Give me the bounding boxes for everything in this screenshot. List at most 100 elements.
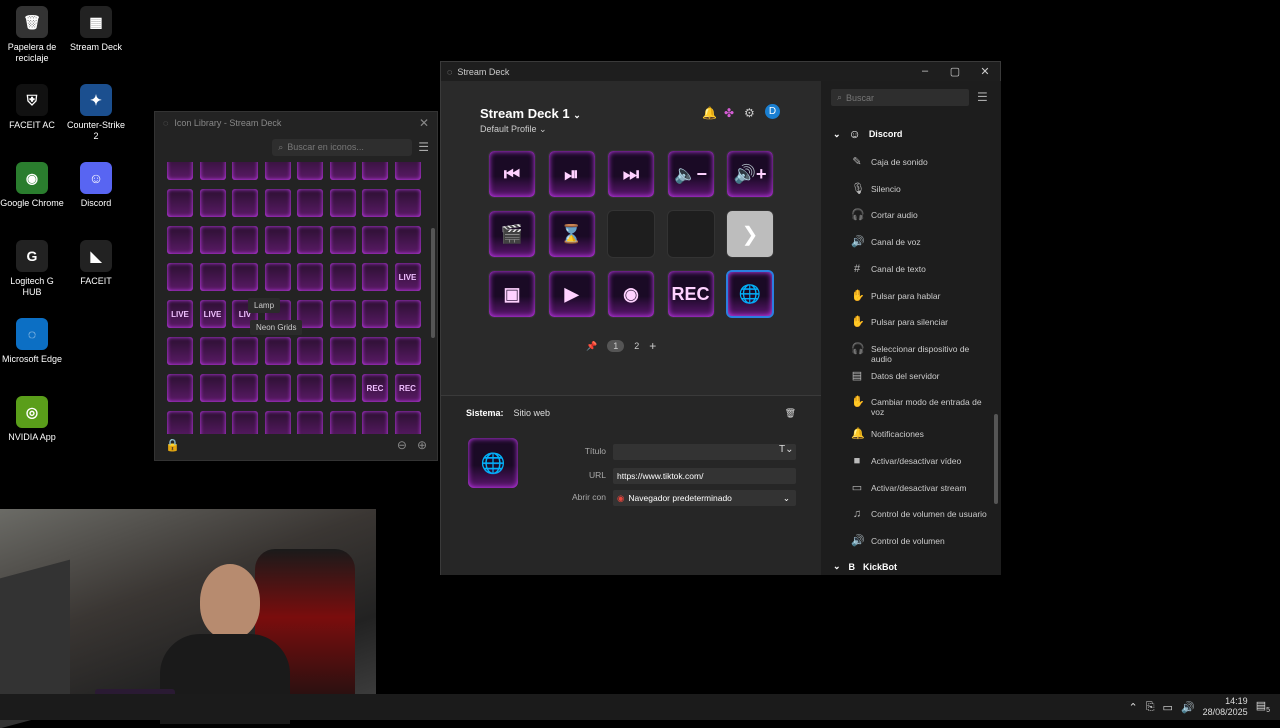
icon-tile[interactable] xyxy=(167,374,193,402)
desktop-icon[interactable]: ◣FACEIT xyxy=(64,240,128,287)
list-view-icon[interactable]: ☰ xyxy=(977,90,988,104)
icon-tile[interactable] xyxy=(362,300,388,328)
desktop-icon[interactable]: ◎NVIDIA App xyxy=(0,396,64,443)
deck-key[interactable]: ▶ xyxy=(548,270,596,318)
icon-tile[interactable] xyxy=(395,300,421,328)
action-item[interactable]: ▭Activar/desactivar stream xyxy=(851,483,991,493)
icon-tile[interactable] xyxy=(167,263,193,291)
icon-tile[interactable] xyxy=(200,189,226,217)
maximize-icon[interactable]: ▢ xyxy=(940,65,970,78)
icon-tile[interactable] xyxy=(265,226,291,254)
action-item[interactable]: ▤Datos del servidor xyxy=(851,371,991,381)
icon-tile[interactable] xyxy=(167,189,193,217)
deck-key[interactable]: 🔊+ xyxy=(726,150,774,198)
usb-icon[interactable]: ⎘ xyxy=(1146,701,1155,714)
icon-tile[interactable] xyxy=(232,189,258,217)
minimize-icon[interactable]: – xyxy=(910,65,940,78)
icon-tile[interactable] xyxy=(265,263,291,291)
action-item[interactable]: ♫Control de volumen de usuario xyxy=(851,509,991,519)
add-page-icon[interactable]: + xyxy=(649,339,656,353)
page-1[interactable]: 1 xyxy=(607,340,624,352)
action-item[interactable]: 🎧Seleccionar dispositivo de audio xyxy=(851,344,991,364)
deck-key[interactable]: ⌛ xyxy=(548,210,596,258)
avatar[interactable]: D xyxy=(765,104,780,119)
marketplace-icon[interactable]: ✤ xyxy=(724,106,734,120)
deck-key[interactable] xyxy=(667,210,715,258)
icon-tile[interactable] xyxy=(200,337,226,365)
icon-tile[interactable] xyxy=(362,226,388,254)
desktop-icon[interactable]: ◉Google Chrome xyxy=(0,162,64,209)
icon-tile[interactable] xyxy=(330,263,356,291)
desktop-icon[interactable]: 🗑Papelera de reciclaje xyxy=(0,6,64,64)
list-view-icon[interactable]: ☰ xyxy=(418,140,429,154)
icon-tile[interactable] xyxy=(232,226,258,254)
desktop-icon[interactable]: ◌Microsoft Edge xyxy=(0,318,64,365)
action-item[interactable]: 🔔Notificaciones xyxy=(851,429,991,439)
icon-search-input[interactable]: ⌕ Buscar en iconos... xyxy=(272,139,412,156)
icon-tile[interactable]: REC xyxy=(362,374,388,402)
zoom-in-icon[interactable]: ⊕ xyxy=(417,438,427,452)
actions-search-input[interactable]: ⌕Buscar xyxy=(831,89,969,106)
deck-key[interactable]: REC xyxy=(667,270,715,318)
device-selector[interactable]: Stream Deck 1 ⌄ xyxy=(480,106,581,121)
icon-tile[interactable] xyxy=(297,263,323,291)
lock-icon[interactable]: 🔒 xyxy=(165,438,180,452)
icon-tile[interactable] xyxy=(395,162,421,180)
deck-key[interactable]: ⏮ xyxy=(488,150,536,198)
text-format-icon[interactable]: T⌄ xyxy=(779,444,794,455)
icon-tile[interactable]: LIVE xyxy=(395,263,421,291)
action-item[interactable]: 🔊Control de volumen xyxy=(851,536,991,546)
icon-tile[interactable] xyxy=(395,337,421,365)
trash-icon[interactable]: 🗑 xyxy=(785,408,796,419)
deck-key[interactable]: 🔈− xyxy=(667,150,715,198)
action-item[interactable]: ■Activar/desactivar vídeo xyxy=(851,456,991,466)
icon-tile[interactable] xyxy=(232,263,258,291)
desktop-icon[interactable]: ⛨FACEIT AC xyxy=(0,84,64,131)
icon-tile[interactable] xyxy=(167,226,193,254)
network-icon[interactable]: ▭ xyxy=(1163,701,1173,714)
desktop-icon[interactable]: ✦Counter-Strike 2 xyxy=(64,84,128,142)
action-item[interactable]: ✋Cambiar modo de entrada de voz xyxy=(851,397,991,417)
category-discord[interactable]: ⌄☺Discord xyxy=(833,127,902,141)
icon-tile[interactable] xyxy=(232,162,258,180)
icon-tile[interactable] xyxy=(297,189,323,217)
deck-key[interactable]: ⏭ xyxy=(607,150,655,198)
pin-icon[interactable]: 📌 xyxy=(586,341,597,352)
icon-tile[interactable] xyxy=(362,337,388,365)
icon-tile[interactable] xyxy=(362,189,388,217)
category-kickbot[interactable]: ⌄BKickBot xyxy=(833,561,897,572)
bell-icon[interactable]: 🔔 xyxy=(702,106,717,120)
action-item[interactable]: #Canal de texto xyxy=(851,264,991,274)
desktop-icon[interactable]: ▦Stream Deck xyxy=(64,6,128,53)
icon-tile[interactable] xyxy=(232,374,258,402)
icon-tile[interactable] xyxy=(395,189,421,217)
icon-tile[interactable] xyxy=(330,226,356,254)
stream-deck-window[interactable]: ◌ Stream Deck – ▢ ✕ Stream Deck 1 ⌄ Defa… xyxy=(440,61,1001,575)
icon-tile[interactable] xyxy=(297,374,323,402)
icon-tile[interactable] xyxy=(330,337,356,365)
page-2[interactable]: 2 xyxy=(634,341,639,351)
clock[interactable]: 14:1928/08/2025 xyxy=(1203,696,1248,718)
deck-key[interactable]: 🎬 xyxy=(488,210,536,258)
desktop-icon[interactable]: GLogitech G HUB xyxy=(0,240,64,298)
action-item[interactable]: 🎧Cortar audio xyxy=(851,210,991,220)
icon-tile[interactable]: LIVE xyxy=(200,300,226,328)
icon-tile[interactable] xyxy=(330,300,356,328)
icon-tile[interactable] xyxy=(362,162,388,180)
icon-tile[interactable] xyxy=(167,337,193,365)
icon-tile[interactable] xyxy=(395,226,421,254)
scrollbar[interactable] xyxy=(431,228,435,338)
url-input[interactable]: https://www.tiktok.com/ xyxy=(613,468,796,484)
action-item[interactable]: 🎙Silencio xyxy=(851,184,991,194)
close-icon[interactable]: ✕ xyxy=(419,116,429,130)
deck-key[interactable]: ❯ xyxy=(726,210,774,258)
icon-tile[interactable]: REC xyxy=(395,374,421,402)
action-item[interactable]: ✎Caja de sonido xyxy=(851,157,991,167)
icon-tile[interactable] xyxy=(232,337,258,365)
icon-tile[interactable]: LIVE xyxy=(167,300,193,328)
deck-key[interactable]: ▣ xyxy=(488,270,536,318)
icon-tile[interactable] xyxy=(265,337,291,365)
deck-key[interactable]: 🌐 xyxy=(726,270,774,318)
icon-tile[interactable] xyxy=(265,189,291,217)
key-preview[interactable]: 🌐 xyxy=(468,438,518,488)
